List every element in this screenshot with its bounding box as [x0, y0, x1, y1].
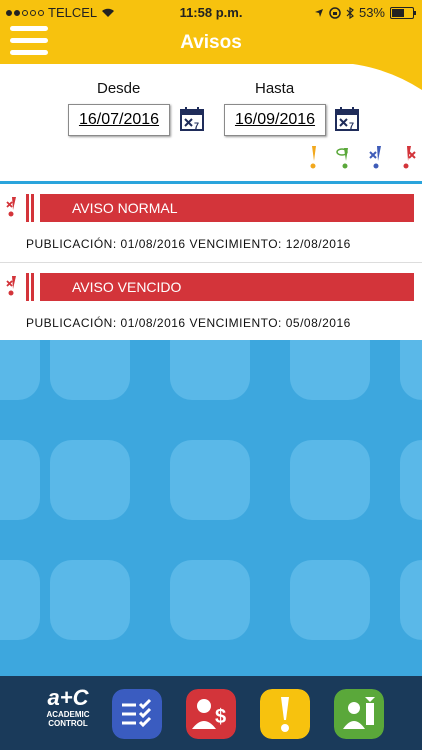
battery-percent: 53%: [358, 5, 385, 20]
filter-normal-icon[interactable]: [368, 144, 384, 170]
vencimiento-value: 12/08/2016: [285, 237, 351, 251]
aviso-meta: PUBLICACIÓN: 01/08/2016 VENCIMIENTO: 05/…: [26, 316, 351, 330]
aviso-normal-icon: [6, 197, 16, 217]
filter-viewed-icon[interactable]: [336, 144, 354, 170]
hasta-calendar-icon[interactable]: 7: [334, 105, 362, 133]
aviso-title: AVISO NORMAL: [40, 194, 414, 222]
publicacion-label: PUBLICACIÓN:: [26, 316, 117, 330]
bluetooth-icon: [346, 6, 354, 19]
publicacion-value: 01/08/2016: [120, 316, 186, 330]
aviso-expired-icon: [6, 276, 16, 296]
rotation-lock-icon: [329, 6, 341, 19]
aviso-title: AVISO VENCIDO: [40, 273, 414, 301]
battery-icon: [390, 6, 416, 19]
filter-important-icon[interactable]: [306, 144, 320, 170]
svg-text:7: 7: [194, 121, 199, 131]
publicacion-value: 01/08/2016: [120, 237, 186, 251]
hasta-date-value: 16/09/2016: [234, 111, 316, 128]
logo-line2: CONTROL: [48, 719, 88, 728]
aviso-bar: [26, 273, 29, 301]
list-item[interactable]: AVISO NORMAL PUBLICACIÓN: 01/08/2016 VEN…: [0, 184, 422, 263]
background-pattern: [0, 340, 422, 676]
aviso-bar: [26, 194, 29, 222]
svg-text:$: $: [215, 706, 226, 728]
svg-text:7: 7: [349, 121, 354, 131]
logo-line1: ACADEMIC: [46, 710, 90, 719]
desde-date-value: 16/07/2016: [78, 111, 160, 128]
payments-app-icon[interactable]: $: [186, 689, 236, 739]
page-title: Avisos: [180, 32, 242, 53]
app-header: Avisos: [0, 24, 422, 64]
profile-app-icon[interactable]: [334, 689, 384, 739]
desde-date-field[interactable]: 16/07/2016: [68, 104, 170, 136]
vencimiento-value: 05/08/2016: [285, 316, 351, 330]
academic-control-logo[interactable]: a+C ACADEMIC CONTROL: [36, 686, 100, 742]
desde-label: Desde: [97, 80, 141, 97]
desde-calendar-icon[interactable]: 7: [179, 105, 207, 133]
bottom-dock: a+C ACADEMIC CONTROL $: [0, 676, 422, 750]
avisos-list: AVISO NORMAL PUBLICACIÓN: 01/08/2016 VEN…: [0, 184, 422, 342]
avisos-app-icon[interactable]: [260, 689, 310, 739]
location-icon: [314, 8, 323, 17]
hasta-label: Hasta: [255, 80, 295, 97]
hasta-date-field[interactable]: 16/09/2016: [224, 104, 326, 136]
status-bar: TELCEL 11:58 p.m. 53%: [0, 0, 422, 24]
list-item[interactable]: AVISO VENCIDO PUBLICACIÓN: 01/08/2016 VE…: [0, 263, 422, 342]
vencimiento-label: VENCIMIENTO:: [189, 316, 282, 330]
tasks-app-icon[interactable]: [112, 689, 162, 739]
aviso-bar: [31, 273, 34, 301]
filter-expired-icon[interactable]: [398, 144, 416, 170]
header-wave: [332, 62, 422, 90]
publicacion-label: PUBLICACIÓN:: [26, 237, 117, 251]
aviso-bar: [31, 194, 34, 222]
vencimiento-label: VENCIMIENTO:: [189, 237, 282, 251]
aviso-meta: PUBLICACIÓN: 01/08/2016 VENCIMIENTO: 12/…: [26, 237, 351, 251]
